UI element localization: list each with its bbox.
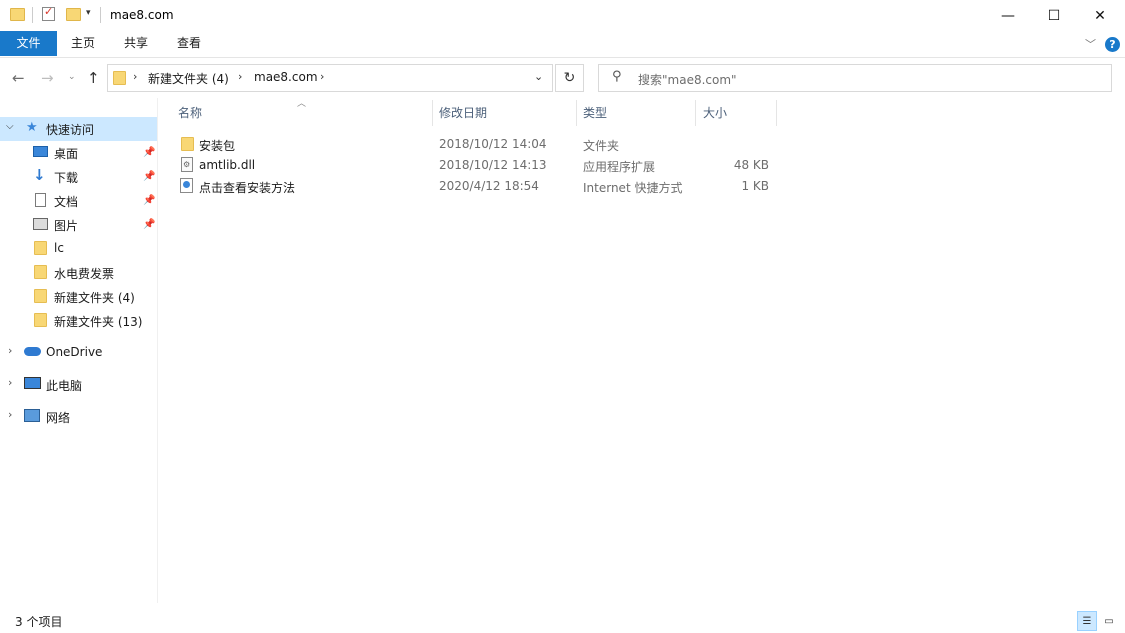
nav-label: OneDrive [46,345,103,359]
chevron-right-icon[interactable]: › [8,376,12,389]
nav-label: 新建文件夹 (4) [54,291,135,305]
details-view-icon: ☰ [1082,615,1092,627]
pin-icon[interactable]: 📌 [143,171,155,182]
tab-view[interactable]: 查看 [164,31,214,56]
file-date: 2018/10/12 14:04 [439,137,547,151]
column-header-type[interactable]: 类型 [583,100,607,126]
window-title: mae8.com [110,8,174,22]
file-type: 文件夹 [583,139,620,153]
nav-item-downloads[interactable] [0,164,157,188]
pictures-icon [33,218,48,230]
large-icons-view-icon: ▭ [1104,615,1114,627]
cloud-icon [24,347,41,356]
breadcrumb-item[interactable]: 新建文件夹 (4) [148,70,229,87]
folder-icon [181,137,194,151]
chevron-down-icon[interactable]: ⌵ [6,121,14,132]
search-icon: ⚲ [612,69,622,84]
nav-label: 下载 [54,171,79,185]
internet-shortcut-icon [180,178,193,193]
divider [32,7,33,23]
column-divider[interactable] [432,100,433,126]
column-divider[interactable] [695,100,696,126]
tab-home[interactable]: 主页 [58,31,108,56]
dll-file-icon: ⚙ [181,157,193,172]
properties-icon[interactable]: ✓ [42,5,55,21]
nav-label: 此电脑 [46,379,83,393]
breadcrumb-item[interactable]: mae8.com [254,70,318,84]
chevron-right-icon[interactable]: › [238,70,242,83]
column-header-name[interactable]: 名称 [178,100,202,126]
file-date: 2018/10/12 14:13 [439,158,547,172]
nav-item-pictures[interactable] [0,212,157,236]
file-size: 1 KB [741,179,769,193]
pin-icon[interactable]: 📌 [143,219,155,230]
pane-divider [157,98,158,603]
column-divider[interactable] [776,100,777,126]
desktop-icon [33,146,48,157]
tab-share[interactable]: 共享 [110,31,162,56]
chevron-down-icon[interactable]: ﹀ [1085,36,1096,52]
computer-icon [24,377,41,389]
star-icon: ★ [26,120,38,135]
network-icon [24,409,40,422]
folder-icon [10,8,25,21]
nav-label: 快速访问 [46,123,95,137]
refresh-icon: ↻ [563,70,576,86]
search-placeholder: 搜索"mae8.com" [638,73,737,87]
maximize-button[interactable]: ☐ [1031,0,1077,31]
pin-icon[interactable]: 📌 [143,195,155,206]
file-type: Internet 快捷方式 [583,181,683,195]
file-date: 2020/4/12 18:54 [439,179,539,193]
folder-icon [34,313,47,327]
help-icon[interactable]: ? [1105,37,1120,52]
recent-locations-icon[interactable]: ⌄ [68,72,76,82]
folder-icon [34,265,47,279]
sort-ascending-icon: ︿ [297,99,307,109]
customize-quick-access-icon[interactable]: ▾ [86,8,91,18]
folder-icon [113,71,126,85]
column-divider[interactable] [576,100,577,126]
forward-arrow-icon[interactable]: → [41,69,54,87]
divider [100,7,101,23]
back-arrow-icon[interactable]: ← [12,69,25,87]
tab-file[interactable]: 文件 [0,31,57,56]
folder-icon [34,289,47,303]
nav-label: 桌面 [54,147,79,161]
nav-item-folder[interactable] [0,236,157,260]
nav-label: 网络 [46,411,71,425]
chevron-right-icon[interactable]: › [8,344,12,357]
refresh-button[interactable]: ↻ [555,64,584,92]
status-item-count: 3 个项目 [15,615,63,629]
column-header-size[interactable]: 大小 [703,100,727,126]
nav-label: 新建文件夹 (13) [54,315,143,329]
documents-icon [35,193,46,207]
file-name: amtlib.dll [199,158,256,172]
file-name: 安装包 [199,139,236,153]
folder-icon [34,241,47,255]
chevron-right-icon[interactable]: › [133,70,137,83]
address-dropdown-icon[interactable]: ⌄ [534,70,543,83]
chevron-right-icon[interactable]: › [320,70,324,83]
nav-label: 水电费发票 [54,267,115,281]
minimize-button[interactable]: — [985,0,1031,31]
nav-label: 文档 [54,195,79,209]
pin-icon[interactable]: 📌 [143,147,155,158]
nav-label: 图片 [54,219,79,233]
details-view-button[interactable]: ☰ [1077,611,1097,631]
close-button[interactable]: ✕ [1077,0,1123,31]
column-header-date[interactable]: 修改日期 [439,100,487,126]
nav-item-documents[interactable] [0,188,157,212]
large-icons-view-button[interactable]: ▭ [1099,611,1119,631]
chevron-right-icon[interactable]: › [8,408,12,421]
up-arrow-icon[interactable]: ↑ [87,69,100,87]
nav-label: lc [54,241,64,255]
file-name: 点击查看安装方法 [199,181,296,195]
download-icon: ↓ [33,166,46,184]
file-size: 48 KB [733,158,769,172]
nav-item-desktop[interactable] [0,140,157,164]
new-folder-icon[interactable] [66,8,81,21]
file-type: 应用程序扩展 [583,160,656,174]
